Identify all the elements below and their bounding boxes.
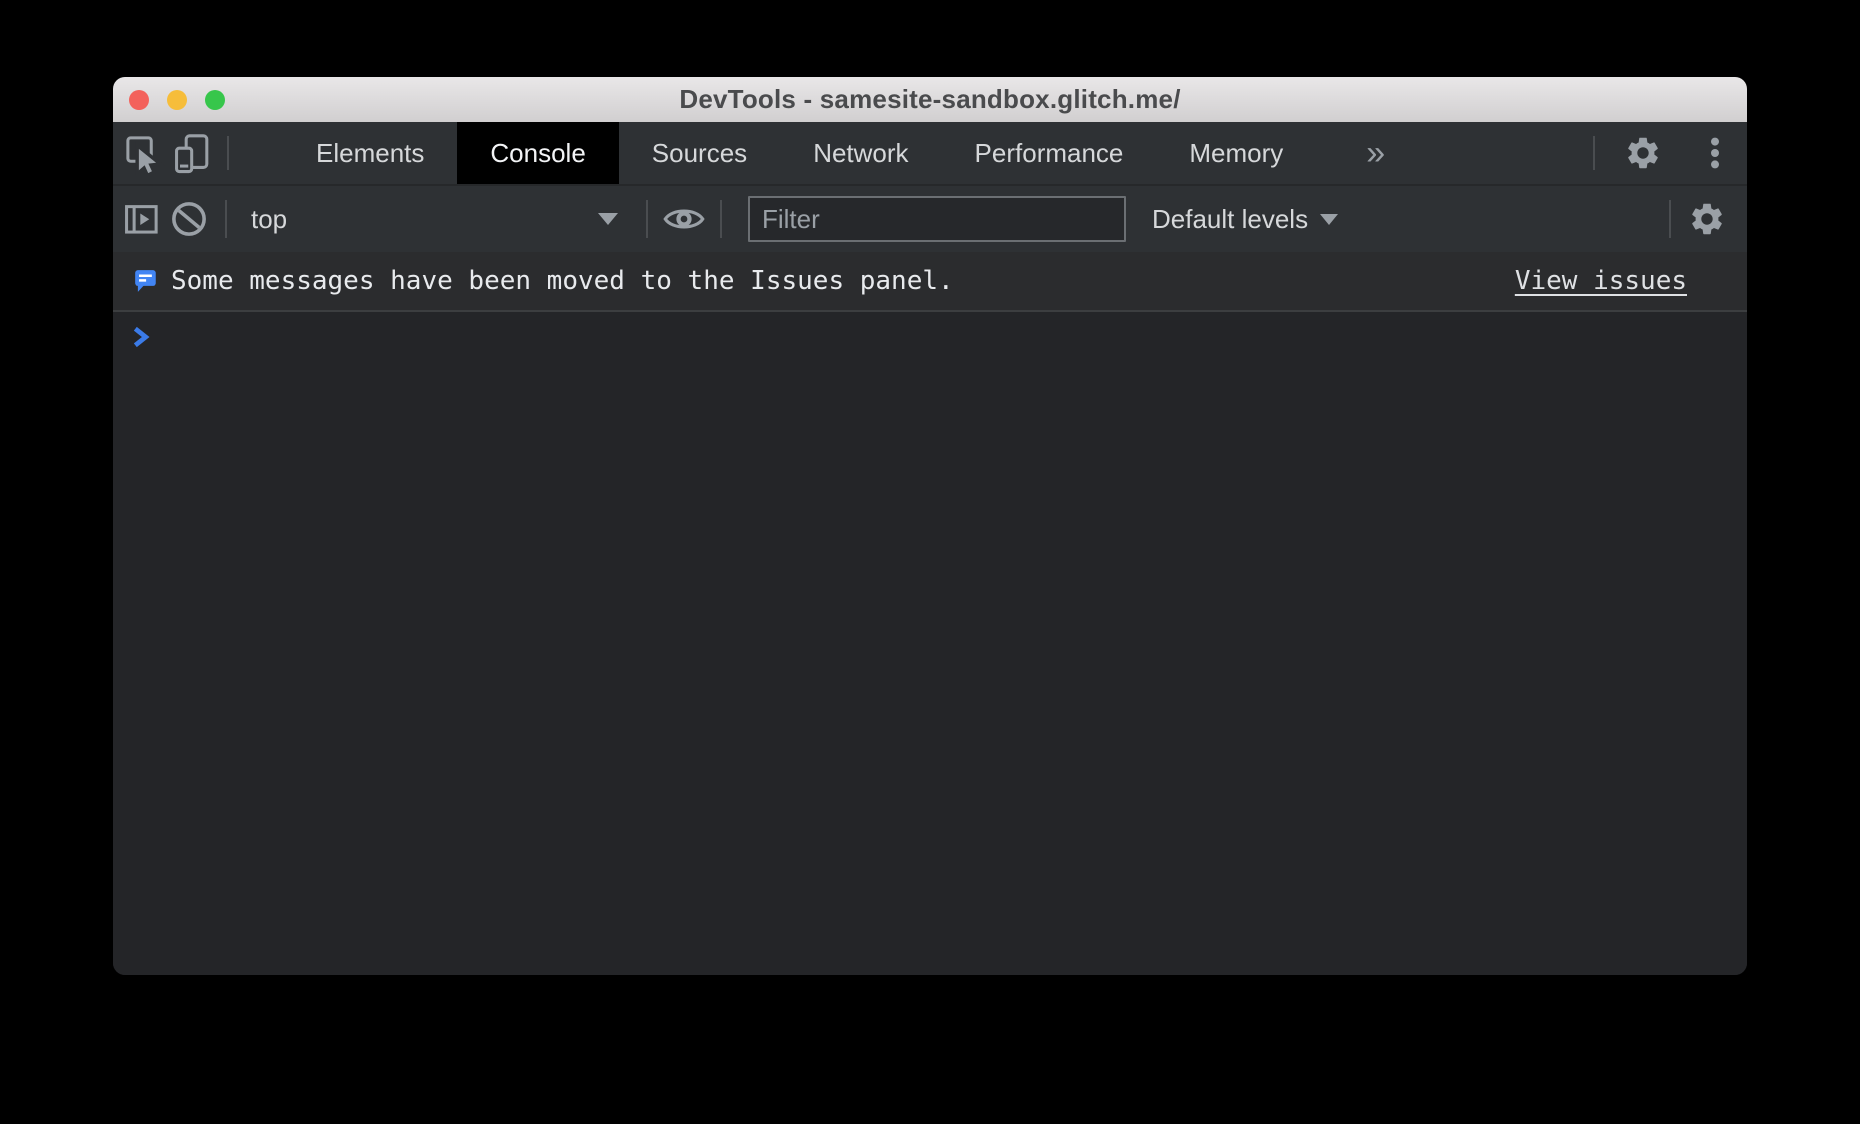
console-panel: Some messages have been moved to the Iss… [113, 252, 1747, 975]
tabbar-right-controls [1593, 122, 1747, 184]
console-info-message-text: Some messages have been moved to the Iss… [171, 266, 954, 296]
view-issues-link[interactable]: View issues [1515, 266, 1687, 296]
create-live-expression-button[interactable] [660, 199, 708, 239]
tab-elements[interactable]: Elements [283, 122, 457, 184]
toolbar-separator [720, 200, 722, 238]
toolbar-separator [646, 200, 648, 238]
traffic-lights [113, 90, 225, 110]
devtools-tab-bar: Elements Console Sources Network Perform… [113, 122, 1747, 184]
console-prompt-row[interactable] [113, 312, 1747, 350]
log-levels-dropdown[interactable]: Default levels [1152, 204, 1338, 235]
tab-performance[interactable]: Performance [942, 122, 1157, 184]
toolbar-separator [225, 200, 227, 238]
close-window-button[interactable] [129, 90, 149, 110]
eye-icon [661, 199, 707, 239]
clear-console-button[interactable] [165, 197, 213, 241]
minimize-window-button[interactable] [167, 90, 187, 110]
console-toolbar: top Default levels [113, 184, 1747, 252]
show-console-sidebar-button[interactable] [117, 197, 165, 241]
issues-message-bubble-icon [133, 268, 159, 294]
gear-icon [1688, 200, 1726, 238]
panel-tabs: Elements Console Sources Network Perform… [283, 122, 1316, 184]
gear-icon [1624, 134, 1662, 172]
devtools-window: DevTools - samesite-sandbox.glitch.me/ [113, 77, 1747, 975]
tab-sources[interactable]: Sources [619, 122, 780, 184]
console-prompt-chevron-icon [131, 324, 151, 350]
console-settings-button[interactable] [1683, 200, 1731, 238]
filter-input[interactable] [748, 196, 1126, 242]
inspect-element-button[interactable] [119, 122, 167, 184]
desktop-background: DevTools - samesite-sandbox.glitch.me/ [0, 0, 1860, 1124]
window-titlebar[interactable]: DevTools - samesite-sandbox.glitch.me/ [113, 77, 1747, 122]
toolbar-separator [1669, 200, 1671, 238]
toggle-device-toolbar-button[interactable] [167, 122, 215, 184]
tab-console[interactable]: Console [457, 122, 618, 184]
javascript-context-selector[interactable]: top [239, 186, 634, 252]
tab-network[interactable]: Network [780, 122, 941, 184]
zoom-window-button[interactable] [205, 90, 225, 110]
tabbar-separator [1593, 136, 1595, 170]
clear-console-ban-icon [167, 197, 211, 241]
devtools-settings-button[interactable] [1619, 134, 1667, 172]
devtools-menu-button[interactable] [1691, 133, 1739, 173]
inspect-cursor-icon [121, 131, 165, 175]
chevron-down-icon [598, 213, 618, 225]
tabbar-separator [227, 136, 229, 170]
window-title: DevTools - samesite-sandbox.glitch.me/ [113, 84, 1747, 115]
context-selector-value: top [239, 204, 287, 235]
log-levels-value: Default levels [1152, 204, 1308, 235]
kebab-menu-icon [1697, 133, 1733, 173]
tabbar-spacer [1395, 122, 1593, 184]
chevron-down-icon [1320, 214, 1338, 225]
console-info-message-row: Some messages have been moved to the Iss… [113, 252, 1747, 312]
tab-memory[interactable]: Memory [1156, 122, 1316, 184]
device-toolbar-icon [169, 131, 213, 175]
more-tabs-button[interactable]: » [1356, 122, 1395, 184]
console-sidebar-icon [119, 197, 163, 241]
more-tabs-chevron-icon: » [1366, 136, 1385, 170]
